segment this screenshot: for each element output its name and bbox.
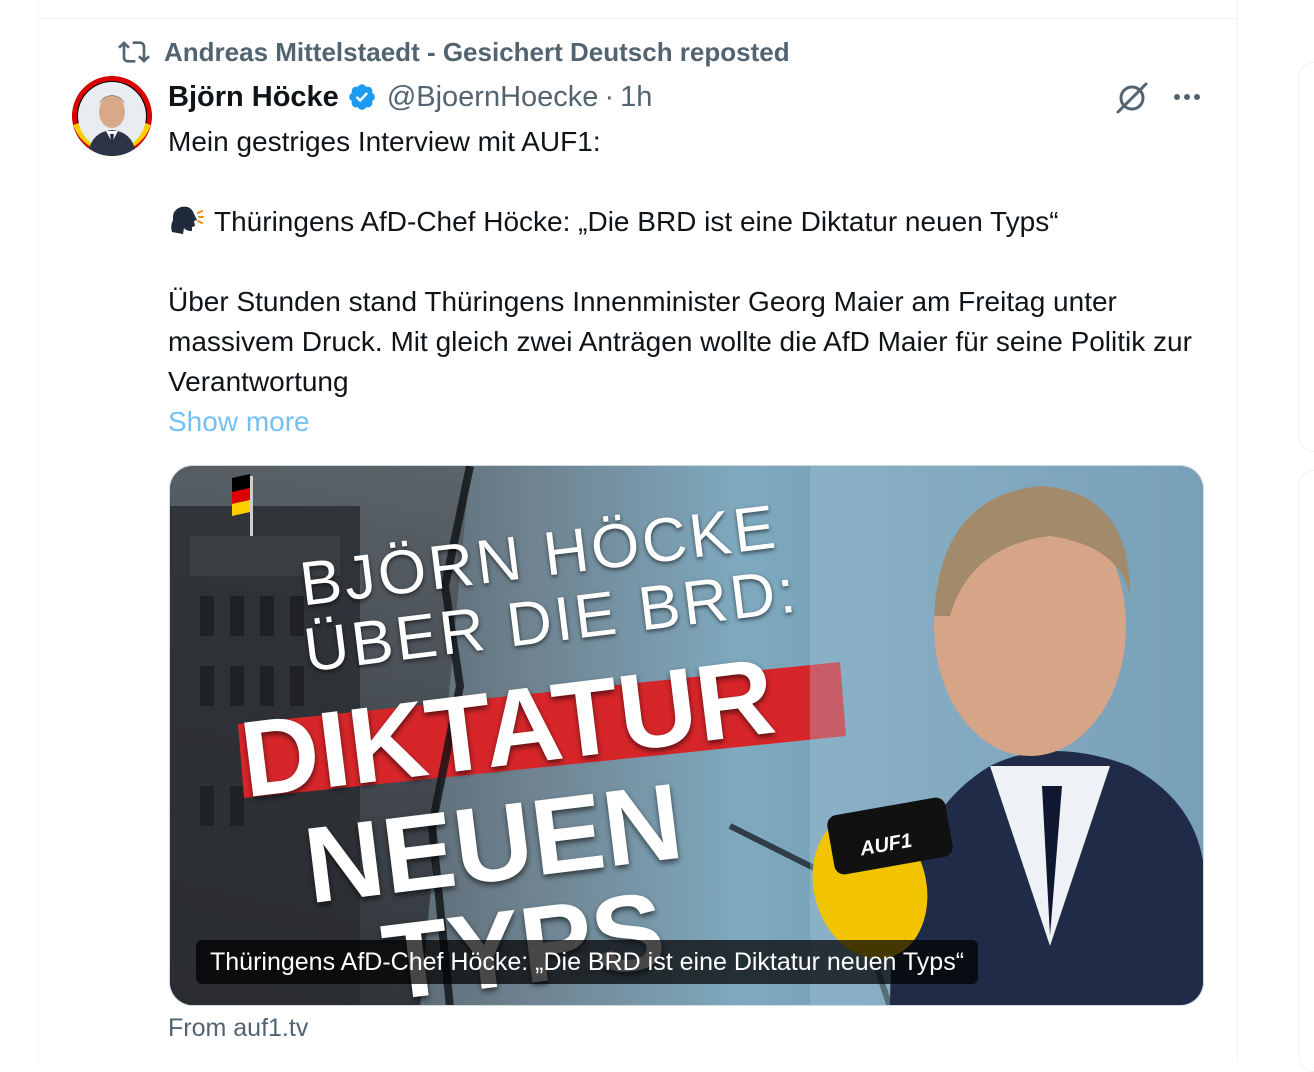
post-time[interactable]: 1h <box>620 81 652 114</box>
card-caption: Thüringens AfD-Chef Höcke: „Die BRD ist … <box>196 940 979 984</box>
card-source-domain[interactable]: From auf1.tv <box>168 1014 308 1043</box>
post-header: Björn Höcke @BjoernHoecke · 1h <box>168 76 652 118</box>
post-text-line: Über Stunden stand Thüringens Innenminis… <box>168 286 1192 397</box>
repost-label: Andreas Mittelstaedt - Gesichert Deutsch… <box>164 36 790 67</box>
speaking-head-icon <box>171 206 204 234</box>
grok-icon[interactable] <box>1112 78 1152 118</box>
post-text-line: Thüringens AfD-Chef Höcke: „Die BRD ist … <box>168 202 1198 242</box>
post-text: Mein gestriges Interview mit AUF1: Thüri… <box>168 122 1198 442</box>
repost-icon <box>118 41 150 63</box>
author-handle[interactable]: @BjoernHoecke <box>387 81 599 114</box>
right-rail-card <box>1298 470 1314 1072</box>
author-name[interactable]: Björn Höcke <box>168 81 339 114</box>
repost-indicator[interactable]: Andreas Mittelstaedt - Gesichert Deutsch… <box>118 34 790 70</box>
verified-badge-icon[interactable] <box>347 82 377 112</box>
show-more-link[interactable]: Show more <box>168 402 1198 442</box>
right-rail-card <box>1298 62 1314 452</box>
post-text-line: Mein gestriges Interview mit AUF1: <box>168 126 601 157</box>
link-card-media[interactable]: BJÖRN HÖCKE ÜBER DIE BRD: DIKTATUR NEUEN… <box>169 465 1204 1006</box>
avatar[interactable] <box>72 76 152 156</box>
more-options-icon[interactable] <box>1170 84 1204 110</box>
separator-dot: · <box>604 80 615 113</box>
post-headline: Thüringens AfD-Chef Höcke: „Die BRD ist … <box>214 206 1059 237</box>
